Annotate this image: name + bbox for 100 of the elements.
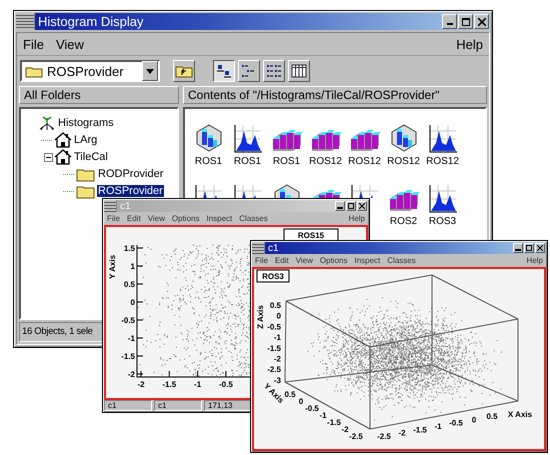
close-button[interactable]: [535, 243, 545, 253]
menu-item[interactable]: View: [56, 36, 84, 52]
menu-item[interactable]: Options: [172, 214, 200, 223]
menu-item[interactable]: Options: [320, 256, 348, 265]
contents-header: Contents of "/Histograms/TileCal/ROSProvider": [183, 86, 487, 104]
small-icons-view-button[interactable]: [238, 60, 260, 82]
tick-label: -0.5: [449, 418, 463, 428]
tick-label: -2: [274, 354, 281, 364]
details-view-button[interactable]: [288, 60, 310, 82]
tree-item[interactable]: LArg: [73, 134, 98, 146]
list-view-button[interactable]: [263, 60, 285, 82]
tick-label: 0.5: [270, 301, 281, 310]
tick-label: -2.5: [377, 432, 391, 441]
menu-item[interactable]: File: [23, 36, 44, 52]
minimize-button[interactable]: [442, 14, 457, 29]
tick-label: -1: [194, 380, 202, 389]
minimize-icon: [446, 23, 452, 25]
minimize-icon: [515, 249, 521, 251]
menu-item[interactable]: File: [107, 214, 120, 223]
window-menu-icon[interactable]: [16, 13, 35, 30]
histogram-icon[interactable]: [428, 123, 458, 153]
tick-label: -3: [274, 376, 281, 385]
minimize-button[interactable]: [513, 243, 523, 253]
menu-item[interactable]: Classes: [387, 256, 416, 265]
close-icon: [359, 203, 365, 209]
menu-item[interactable]: Inspect: [354, 256, 380, 265]
tick-label: 1: [130, 262, 135, 271]
folder-dropdown[interactable]: ROSProvider: [20, 60, 160, 82]
maximize-button[interactable]: [458, 14, 473, 29]
histogram-label[interactable]: ROS1: [194, 156, 222, 167]
small-icons-icon: [241, 64, 257, 78]
tick-label: -1.5: [162, 380, 176, 389]
help-menu[interactable]: Help: [456, 36, 483, 52]
menu-item[interactable]: Edit: [126, 214, 141, 223]
close-button[interactable]: [474, 14, 489, 29]
tick-label: -1: [434, 422, 442, 431]
tick-label: 0: [472, 415, 476, 424]
tick-label: 1.5: [124, 244, 135, 253]
maximize-icon: [348, 203, 354, 209]
tick-label: -1.5: [413, 425, 427, 434]
histogram-icon[interactable]: [232, 123, 262, 153]
histogram-label[interactable]: ROS12: [426, 156, 459, 167]
details-icon: [291, 64, 307, 78]
minimize-icon: [337, 207, 343, 209]
house-icon: [54, 132, 72, 148]
histogram-label[interactable]: ROS1: [234, 156, 262, 167]
menu-item[interactable]: Classes: [239, 214, 268, 223]
tick-label: -0.5: [305, 404, 319, 413]
tree-item[interactable]: RODProvider: [97, 168, 164, 180]
menu-item[interactable]: View: [296, 256, 313, 265]
histogram-label[interactable]: ROS1: [272, 156, 300, 167]
histogram-label[interactable]: ROS12: [387, 156, 420, 167]
large-icons-icon: [216, 64, 232, 78]
folders-header: All Folders: [19, 86, 179, 104]
folder-icon: [25, 64, 43, 78]
window-title: c1: [268, 242, 280, 254]
window-menu-icon[interactable]: [252, 242, 265, 254]
histogram-label[interactable]: ROS3: [428, 216, 456, 227]
tick-label: -1.5: [267, 344, 281, 353]
help-menu[interactable]: Help: [526, 256, 543, 265]
histogram-label[interactable]: ROS12: [309, 156, 342, 167]
tree-item[interactable]: TileCal: [73, 151, 109, 163]
list-icon: [266, 64, 282, 78]
lego-chart-icon[interactable]: [194, 123, 224, 153]
tree-root-icon: [38, 115, 56, 131]
status-field: c1: [104, 400, 152, 411]
help-menu[interactable]: Help: [348, 214, 365, 223]
tick-label: 0.5: [284, 390, 296, 399]
up-folder-button[interactable]: [173, 60, 195, 82]
tick-label: -2: [128, 370, 135, 379]
tree-item[interactable]: Histograms: [57, 117, 115, 129]
tick-label: -1: [319, 411, 327, 420]
histogram-label[interactable]: ROS2: [390, 216, 418, 227]
maximize-button[interactable]: [524, 243, 534, 253]
tick-label: -2.5: [349, 432, 363, 441]
tick-label: 0: [276, 312, 281, 321]
histogram-icon[interactable]: [428, 183, 458, 213]
tree-item[interactable]: ROSProvider: [97, 185, 164, 197]
menu-item[interactable]: Inspect: [206, 214, 232, 223]
large-icons-view-button[interactable]: [213, 60, 235, 82]
close-icon: [478, 18, 486, 26]
tick-label: -1: [274, 333, 281, 342]
lego-chart-icon[interactable]: [388, 123, 418, 153]
folder-icon: [76, 184, 96, 198]
window-title: c1: [120, 200, 132, 212]
tick-label: -1.5: [327, 418, 341, 427]
maximize-icon: [462, 18, 470, 26]
tick-label: 0: [298, 397, 304, 406]
collapse-icon[interactable]: [44, 152, 53, 162]
close-icon: [537, 245, 543, 251]
menu-item[interactable]: View: [148, 214, 165, 223]
menu-item[interactable]: File: [255, 256, 268, 265]
tick-label: -1: [128, 334, 135, 343]
tick-label: -2.5: [267, 365, 281, 374]
tick-label: -0.5: [219, 380, 233, 389]
histogram-label[interactable]: ROS12: [348, 156, 381, 167]
tick-label: -0.5: [267, 322, 281, 332]
tick-label: -2: [398, 428, 406, 438]
menu-item[interactable]: Edit: [274, 256, 289, 265]
folder-icon: [76, 166, 96, 182]
